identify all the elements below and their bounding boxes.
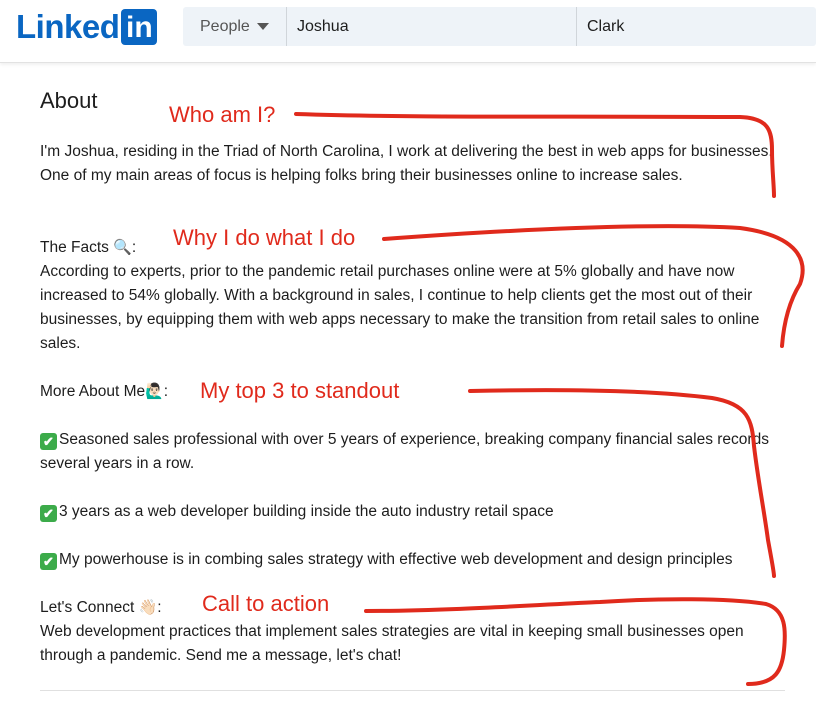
bullet-item: ✔ 3 years as a web developer building ins… [40,500,785,524]
check-mark-icon: ✔ [40,505,57,522]
facts-heading: The Facts 🔍: [40,239,137,256]
annotation-why: Why I do what I do [173,225,356,250]
bullet-item: ✔ Seasoned sales professional with over 5… [40,428,785,476]
bullet-item: ✔ My powerhouse is in combing sales strat… [40,548,785,572]
facts-text: According to experts, prior to the pande… [40,263,760,352]
waving-hand-emoji-icon: 👋🏻 [138,599,158,616]
bullet-text: 3 years as a web developer building insi… [59,503,554,520]
first-name-input[interactable]: Joshua [287,7,576,46]
connect-heading-text: Let's Connect [40,599,135,616]
more-heading-text: More About Me [40,383,146,400]
magnifier-emoji-icon: 🔍 [113,239,132,256]
annotation-call-to-action: Call to action [202,591,330,616]
check-mark-icon: ✔ [40,433,57,450]
search-type-label: People [200,17,250,35]
linkedin-logo[interactable]: Linked in [16,8,158,45]
people-search-bar: People Joshua Clark [183,7,816,46]
connect-text: Web development practices that implement… [40,623,744,664]
facts-heading-text: The Facts [40,239,109,256]
connect-heading: Let's Connect 👋🏻: [40,599,162,616]
person-raising-hand-emoji-icon: 🙋🏻‍♂️ [145,383,164,400]
more-about-heading: More About Me🙋🏻‍♂️: [40,383,169,400]
annotation-who-am-i: Who am I? [169,102,276,127]
caret-down-icon [256,23,269,30]
about-intro: I'm Joshua, residing in the Triad of Nor… [40,143,773,184]
search-type-dropdown[interactable]: People [183,7,287,46]
last-name-input[interactable]: Clark [576,7,816,46]
about-title: About [40,88,98,113]
bullet-text: Seasoned sales professional with over 5 … [40,431,769,472]
logo-in-box: in [121,9,158,45]
logo-wordmark: Linked [16,8,120,45]
top-bar: Linked in People Joshua Clark [0,0,816,63]
section-divider [40,690,785,691]
check-mark-icon: ✔ [40,553,57,570]
bullet-text: My powerhouse is in combing sales strate… [59,551,733,568]
annotation-top-3: My top 3 to standout [200,378,400,403]
